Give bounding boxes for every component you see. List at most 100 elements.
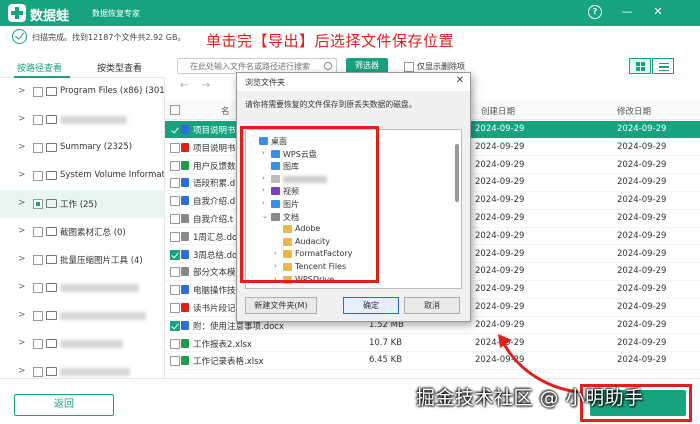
- close-icon[interactable]: ✕: [651, 5, 665, 19]
- search-icon[interactable]: [324, 62, 332, 70]
- dialog-close-icon[interactable]: ✕: [456, 75, 464, 86]
- folder-icon: [46, 255, 57, 264]
- tree-item[interactable]: >: [0, 302, 165, 330]
- row-checkbox[interactable]: [170, 142, 180, 153]
- list-view-button[interactable]: [652, 58, 674, 74]
- tree-item[interactable]: > 工作 (25): [0, 190, 165, 218]
- redacted-label: [60, 312, 146, 320]
- app-logo-icon: [8, 4, 26, 22]
- expand-arrow-icon[interactable]: >: [18, 226, 26, 236]
- folder-tree: > Program Files (x86) (3010 > > Summary (232…: [0, 78, 165, 378]
- file-name: 3周总结.do: [193, 250, 238, 261]
- tree-label: 截图素材汇总 (0): [60, 228, 126, 238]
- file-modified: 2024-09-29: [617, 337, 667, 348]
- header-created[interactable]: 创建日期: [481, 105, 515, 117]
- tree-item[interactable]: >: [0, 274, 165, 302]
- tree-checkbox[interactable]: [33, 87, 43, 97]
- minimize-icon[interactable]: —: [620, 5, 634, 19]
- tab-by-path[interactable]: 按路径查看: [17, 61, 62, 74]
- grid-view-icon: [636, 62, 645, 71]
- file-name: 工作记录表格.xlsx: [193, 357, 264, 368]
- row-checkbox[interactable]: [170, 338, 180, 349]
- row-checkbox[interactable]: [170, 249, 180, 260]
- row-checkbox[interactable]: [170, 231, 180, 242]
- tree-checkbox[interactable]: [33, 115, 43, 125]
- tree-item[interactable]: >: [0, 106, 165, 134]
- row-checkbox[interactable]: [170, 285, 180, 296]
- tree-checkbox[interactable]: [33, 367, 43, 377]
- tab-by-type[interactable]: 按类型查看: [97, 61, 142, 74]
- row-checkbox[interactable]: [170, 267, 180, 278]
- tree-label: Summary (2325): [60, 142, 133, 152]
- folder-icon: [46, 199, 57, 208]
- expand-arrow-icon[interactable]: >: [18, 170, 26, 180]
- tree-item[interactable]: > Program Files (x86) (3010: [0, 78, 165, 106]
- row-checkbox[interactable]: [170, 125, 180, 135]
- file-type-icon: [181, 231, 189, 241]
- dialog-scrollbar[interactable]: [455, 144, 459, 202]
- redacted-label: [60, 340, 123, 348]
- file-name: 电脑操作技: [193, 286, 236, 297]
- tree-label: System Volume Informati: [60, 170, 164, 180]
- cancel-button[interactable]: 取消: [404, 297, 460, 314]
- expand-arrow-icon[interactable]: >: [18, 366, 26, 376]
- tree-item[interactable]: > System Volume Informati: [0, 162, 165, 190]
- file-name: 用户反馈数: [193, 161, 236, 172]
- file-created: 2024-09-29: [475, 248, 525, 259]
- table-row[interactable]: 工作记录表格.xlsx 6.45 KB 2024-09-29 2024-09-29: [165, 352, 700, 370]
- tree-label: 批量压缩图片工具 (4): [60, 256, 143, 266]
- tree-item[interactable]: > Summary (2325): [0, 134, 165, 162]
- select-all-checkbox[interactable]: [170, 105, 180, 115]
- tree-checkbox[interactable]: [33, 311, 43, 321]
- expand-arrow-icon[interactable]: >: [18, 198, 26, 208]
- tree-checkbox[interactable]: [33, 171, 43, 181]
- tree-item[interactable]: > 批量压缩图片工具 (4): [0, 246, 165, 274]
- row-checkbox[interactable]: [170, 214, 180, 224]
- tree-checkbox[interactable]: [33, 143, 43, 153]
- file-modified: 2024-09-29: [617, 248, 667, 259]
- tree-label: 工作 (25): [60, 200, 98, 210]
- grid-view-button[interactable]: [629, 58, 651, 74]
- show-deleted-checkbox[interactable]: [404, 62, 414, 72]
- row-checkbox[interactable]: [170, 303, 180, 313]
- back-arrow-icon[interactable]: ←: [180, 80, 188, 91]
- search-input[interactable]: [178, 59, 318, 73]
- file-size: 10.7 KB: [369, 337, 403, 348]
- file-created: 2024-09-29: [475, 284, 525, 295]
- row-checkbox[interactable]: [170, 356, 180, 367]
- folder-icon: [46, 311, 57, 320]
- list-view-icon: [659, 63, 669, 71]
- header-name[interactable]: 名: [221, 105, 230, 117]
- expand-arrow-icon[interactable]: >: [18, 114, 26, 124]
- expand-arrow-icon[interactable]: >: [18, 254, 26, 264]
- tree-item[interactable]: > 截图素材汇总 (0): [0, 218, 165, 246]
- expand-arrow-icon[interactable]: >: [18, 142, 26, 152]
- row-checkbox[interactable]: [170, 178, 180, 189]
- new-folder-button[interactable]: 新建文件夹(M): [245, 297, 317, 314]
- row-checkbox[interactable]: [170, 196, 180, 207]
- file-modified: 2024-09-29: [617, 159, 667, 170]
- file-type-icon: [181, 142, 189, 152]
- file-type-icon: [181, 178, 189, 188]
- expand-arrow-icon[interactable]: >: [18, 86, 26, 96]
- file-modified: 2024-09-29: [617, 319, 667, 330]
- back-button[interactable]: 返回: [14, 394, 114, 416]
- expand-arrow-icon[interactable]: >: [18, 338, 26, 348]
- tree-checkbox[interactable]: [33, 199, 43, 209]
- ok-button[interactable]: 确定: [343, 297, 399, 314]
- expand-arrow-icon[interactable]: >: [18, 310, 26, 320]
- help-icon[interactable]: ?: [588, 5, 602, 19]
- tree-checkbox[interactable]: [33, 255, 43, 265]
- file-name: 1周汇总.do: [193, 232, 238, 243]
- expand-arrow-icon[interactable]: >: [18, 282, 26, 292]
- row-checkbox[interactable]: [170, 160, 180, 171]
- tree-checkbox[interactable]: [33, 227, 43, 237]
- forward-arrow-icon[interactable]: →: [202, 80, 210, 91]
- table-row[interactable]: 工作报表2.xlsx 10.7 KB 2024-09-29 2024-09-29: [165, 335, 700, 353]
- header-modified[interactable]: 修改日期: [617, 105, 651, 117]
- file-created: 2024-09-29: [475, 266, 525, 277]
- tree-checkbox[interactable]: [33, 339, 43, 349]
- tree-item[interactable]: >: [0, 330, 165, 358]
- row-checkbox[interactable]: [170, 320, 180, 331]
- tree-checkbox[interactable]: [33, 283, 43, 293]
